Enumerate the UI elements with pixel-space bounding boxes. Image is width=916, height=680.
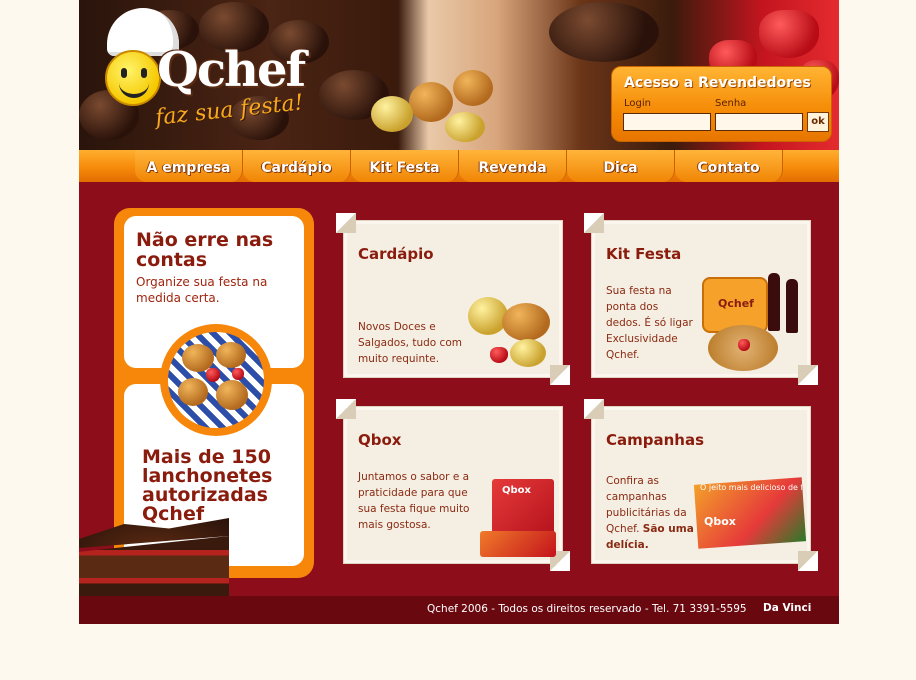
site-container: Qchef faz sua festa! Acesso a Revendedor… [79,0,839,624]
nav-item-empresa[interactable]: A empresa [135,150,243,182]
card-text: Sua festa na ponta dos dedos. É só ligar… [606,285,693,361]
card-title: Kit Festa [606,245,682,263]
password-label: Senha [715,98,747,109]
nav-item-dica[interactable]: Dica [567,150,675,182]
campaign-box-label: Qbox [704,515,736,528]
card-kit-festa[interactable]: Kit Festa Sua festa na ponta dos dedos. … [584,213,818,385]
reseller-login-box: Acesso a Revendedores Login Senha ok [611,66,832,142]
card-title: Campanhas [606,431,705,449]
footer-copyright: Qchef 2006 - Todos os direitos reservado… [427,603,747,615]
footer: Qchef 2006 - Todos os direitos reservado… [79,596,839,624]
main-nav: A empresa Cardápio Kit Festa Revenda Dic… [79,150,839,182]
card-campanhas[interactable]: Campanhas Confira as campanhas publicitá… [584,399,818,571]
nav-item-contato[interactable]: Contato [675,150,783,182]
smiley-icon [105,50,161,106]
logo-name: Qchef [157,42,306,98]
kit-box-label: Qchef [718,297,754,310]
qbox-box-label: Qbox [502,485,531,496]
snacks-image [160,324,272,436]
password-input[interactable] [715,113,803,131]
header-banner: Qchef faz sua festa! Acesso a Revendedor… [79,0,839,150]
nav-item-cardapio[interactable]: Cardápio [243,150,351,182]
footer-credit[interactable]: Da Vinci [763,602,811,614]
qchef-logo[interactable]: Qchef faz sua festa! [97,6,306,146]
nav-item-revenda[interactable]: Revenda [459,150,567,182]
login-title: Acesso a Revendedores [624,75,811,91]
card-qbox[interactable]: Qbox Juntamos o sabor e a praticidade pa… [336,399,570,571]
promo-subheading: Organize sua festa na medida certa. [136,275,268,305]
card-text: Juntamos o sabor e a praticidade para qu… [358,471,470,531]
card-text: Novos Doces e Salgados, tudo com muito r… [358,321,462,365]
promo-heading: Não erre nas contas [136,229,274,271]
card-title: Qbox [358,431,402,449]
campaign-banner-text: O jeito mais delicioso de festejar. [700,483,802,492]
promo-store-count: Mais de 150 lanchonetes autorizadas Qche… [142,446,273,525]
nav-item-kit-festa[interactable]: Kit Festa [351,150,459,182]
login-input[interactable] [623,113,711,131]
card-title: Cardápio [358,245,434,263]
card-cardapio[interactable]: Cardápio Novos Doces e Salgados, tudo co… [336,213,570,385]
login-label: Login [624,98,651,109]
login-submit-button[interactable]: ok [807,112,829,132]
